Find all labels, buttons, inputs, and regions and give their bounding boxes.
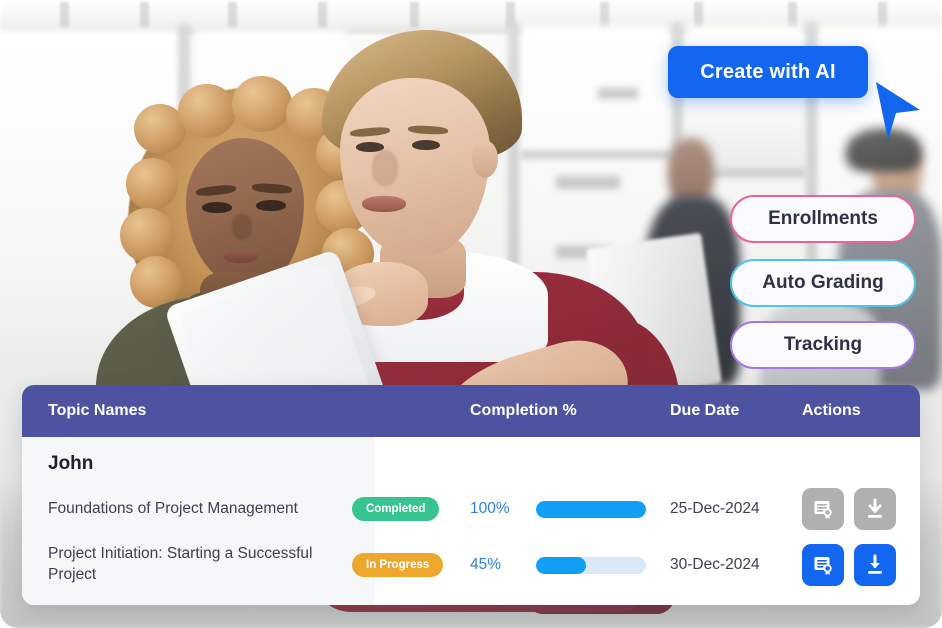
row-topic-name: Foundations of Project Management [48, 499, 298, 517]
table-body: John Foundations of Project Management C… [22, 437, 920, 605]
download-icon [868, 498, 882, 518]
progress-track [536, 500, 646, 518]
create-with-ai-button[interactable]: Create with AI [668, 46, 868, 98]
certificate-button[interactable] [802, 544, 844, 586]
feature-pill-label: Enrollments [768, 208, 878, 229]
row-completion-percent: 45% [470, 556, 502, 573]
progress-fill [536, 556, 586, 574]
row-status-cell: Completed [352, 497, 470, 521]
row-status-cell: In Progress [352, 553, 470, 577]
status-badge: Completed [352, 497, 440, 521]
progress-track [536, 556, 646, 574]
promo-banner: Create with AI Enrollments Auto Grading … [0, 0, 942, 628]
row-completion-percent: 100% [470, 500, 510, 517]
download-button[interactable] [854, 544, 896, 586]
feature-pill-tracking[interactable]: Tracking [730, 321, 916, 369]
certificate-icon [814, 557, 832, 575]
table-header-row: Topic Names Completion % Due Date Action… [22, 385, 920, 437]
row-due-date: 30-Dec-2024 [670, 556, 760, 573]
row-actions [802, 544, 920, 586]
download-button[interactable] [854, 488, 896, 530]
certificate-icon [814, 501, 832, 519]
row-progress-bar [536, 556, 670, 574]
status-badge: In Progress [352, 553, 444, 577]
column-header-due-date: Due Date [670, 402, 740, 419]
download-icon [868, 554, 882, 574]
course-progress-table: Topic Names Completion % Due Date Action… [22, 385, 920, 605]
row-actions [802, 488, 920, 530]
student-group-label: John [48, 453, 94, 474]
table-row[interactable]: Foundations of Project Management Comple… [22, 481, 920, 537]
column-header-actions: Actions [802, 402, 861, 419]
column-header-completion: Completion % [470, 402, 577, 419]
feature-pill-enrollments[interactable]: Enrollments [730, 195, 916, 243]
progress-fill [536, 500, 646, 518]
column-header-topic: Topic Names [48, 402, 147, 419]
create-with-ai-label: Create with AI [700, 60, 836, 83]
feature-pill-auto-grading[interactable]: Auto Grading [730, 259, 916, 307]
table-row[interactable]: Project Initiation: Starting a Successfu… [22, 537, 920, 593]
row-progress-bar [536, 500, 670, 518]
row-due-date: 25-Dec-2024 [670, 500, 760, 517]
feature-pill-label: Auto Grading [762, 272, 884, 293]
certificate-button[interactable] [802, 488, 844, 530]
feature-pill-label: Tracking [783, 334, 863, 355]
row-topic-name: Project Initiation: Starting a Successfu… [48, 545, 313, 583]
